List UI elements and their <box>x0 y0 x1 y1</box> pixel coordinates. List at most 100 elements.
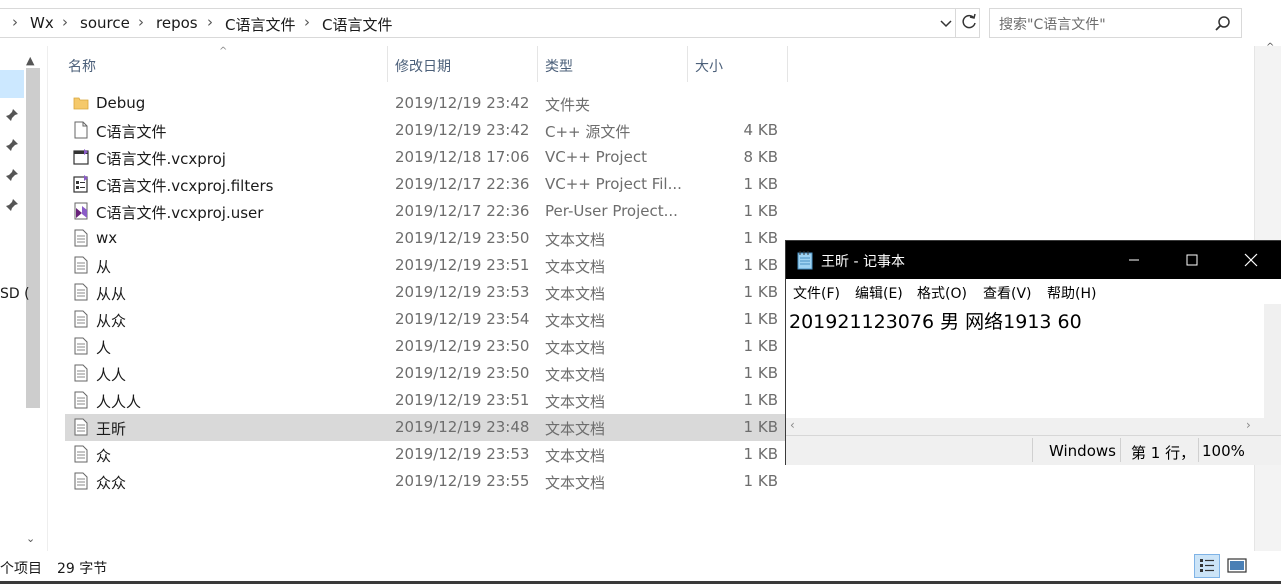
notepad-title-bar[interactable]: 王昕 - 记事本 <box>786 241 1281 279</box>
details-view-button[interactable] <box>1194 554 1220 578</box>
notepad-text-area[interactable]: 201921123076 男 网络1913 60 <box>786 304 1264 418</box>
column-header-date[interactable]: 修改日期 <box>395 56 451 76</box>
breadcrumb[interactable]: › Wx › source › repos › C语言文件 › C语言文件 <box>0 8 980 38</box>
column-divider[interactable] <box>787 46 788 82</box>
column-divider[interactable] <box>537 46 538 82</box>
file-name[interactable]: C语言文件.vcxproj.filters <box>96 175 273 196</box>
search-box[interactable]: 搜索"C语言文件" <box>989 8 1242 38</box>
search-icon[interactable] <box>1214 15 1232 33</box>
refresh-button[interactable] <box>955 8 980 38</box>
search-input[interactable]: 搜索"C语言文件" <box>999 14 1106 34</box>
nav-scrollbar-thumb[interactable] <box>26 68 40 408</box>
column-header-size[interactable]: 大小 <box>695 56 723 76</box>
scroll-up-icon[interactable]: ^ <box>1266 42 1274 53</box>
column-header-type[interactable]: 类型 <box>545 56 573 76</box>
file-type: C++ 源文件 <box>545 123 631 141</box>
file-name[interactable]: Debug <box>96 94 145 112</box>
file-row[interactable]: 从从 2019/12/19 23:53 文本文档 1 KB <box>65 279 793 306</box>
file-name[interactable]: C语言文件.vcxproj <box>96 148 226 169</box>
menu-help[interactable]: 帮助(H) <box>1047 283 1096 303</box>
minimize-button[interactable] <box>1105 241 1163 279</box>
file-row[interactable]: C语言文件 2019/12/19 23:42 C++ 源文件 4 KB <box>65 117 793 144</box>
breadcrumb-item-repos[interactable]: repos <box>156 14 198 32</box>
file-row[interactable]: 从 2019/12/19 23:51 文本文档 1 KB <box>65 252 793 279</box>
menu-view[interactable]: 查看(V) <box>983 283 1032 303</box>
file-name[interactable]: 人人 <box>96 364 126 385</box>
file-date: 2019/12/19 23:50 <box>395 229 530 247</box>
file-name[interactable]: wx <box>96 229 117 247</box>
nav-drive-label[interactable]: SD ( <box>0 286 30 302</box>
breadcrumb-separator[interactable]: › <box>62 13 68 31</box>
menu-format[interactable]: 格式(O) <box>917 283 967 303</box>
text-file-icon <box>73 256 89 274</box>
notepad-window[interactable]: 王昕 - 记事本 文件(F) 编辑(E) 格式(O) 查看(V) 帮助(H) 2… <box>785 240 1281 465</box>
file-row[interactable]: 人人人 2019/12/19 23:51 文本文档 1 KB <box>65 387 793 414</box>
file-date: 2019/12/19 23:54 <box>395 310 530 328</box>
menu-edit[interactable]: 编辑(E) <box>855 283 903 303</box>
scroll-down-icon[interactable]: ⌄ <box>26 532 35 545</box>
file-name[interactable]: 众众 <box>96 472 126 493</box>
breadcrumb-separator[interactable]: › <box>138 13 144 31</box>
file-row[interactable]: 从众 2019/12/19 23:54 文本文档 1 KB <box>65 306 793 333</box>
nav-selected-item[interactable] <box>0 70 24 98</box>
status-item-count: 个项目 <box>0 561 42 577</box>
close-button[interactable] <box>1222 241 1280 279</box>
column-header-name[interactable]: 名称 <box>68 56 96 76</box>
file-row[interactable]: 人人 2019/12/19 23:50 文本文档 1 KB <box>65 360 793 387</box>
vertical-scrollbar[interactable] <box>1264 304 1281 418</box>
menu-file[interactable]: 文件(F) <box>793 283 840 303</box>
breadcrumb-item-folder[interactable]: C语言文件 <box>225 14 295 35</box>
file-size: 1 KB <box>743 283 778 301</box>
file-name[interactable]: 从从 <box>96 283 126 304</box>
scroll-right-icon[interactable]: › <box>1246 418 1251 432</box>
file-row[interactable]: C语言文件.vcxproj 2019/12/18 17:06 VC++ Projec… <box>65 144 793 171</box>
file-name[interactable]: 人 <box>96 337 111 358</box>
status-divider <box>1120 438 1121 462</box>
file-date: 2019/12/19 23:55 <box>395 472 530 490</box>
breadcrumb-item-wx[interactable]: Wx <box>30 14 54 32</box>
file-row[interactable]: 众众 2019/12/19 23:55 文本文档 1 KB <box>65 468 793 495</box>
file-name[interactable]: C语言文件 <box>96 121 166 142</box>
pin-icon <box>6 109 18 121</box>
breadcrumb-separator[interactable]: › <box>207 13 213 31</box>
maximize-button[interactable] <box>1163 241 1221 279</box>
file-size: 1 KB <box>743 472 778 490</box>
refresh-icon <box>962 13 976 29</box>
file-name[interactable]: C语言文件.vcxproj.user <box>96 202 263 223</box>
text-file-icon <box>73 472 89 490</box>
file-row[interactable]: 王昕 2019/12/19 23:48 文本文档 1 KB <box>65 414 793 441</box>
breadcrumb-item-current[interactable]: C语言文件 <box>322 14 392 35</box>
horizontal-scrollbar[interactable]: ‹ › <box>786 418 1264 435</box>
file-row[interactable]: C语言文件.vcxproj.user 2019/12/17 22:36 Per-Us… <box>65 198 793 225</box>
large-icons-view-button[interactable] <box>1224 554 1250 578</box>
file-name[interactable]: 人人人 <box>96 391 141 412</box>
breadcrumb-separator[interactable]: › <box>12 13 18 31</box>
column-divider[interactable] <box>387 46 388 82</box>
file-name[interactable]: 从众 <box>96 310 126 331</box>
file-date: 2019/12/19 23:53 <box>395 283 530 301</box>
breadcrumb-separator[interactable]: › <box>304 13 310 31</box>
scroll-left-icon[interactable]: ‹ <box>790 418 795 432</box>
file-row[interactable]: C语言文件.vcxproj.filters 2019/12/17 22:36 VC+… <box>65 171 793 198</box>
file-type: 文件夹 <box>545 96 591 114</box>
file-date: 2019/12/19 23:51 <box>395 256 530 274</box>
notepad-menu-bar: 文件(F) 编辑(E) 格式(O) 查看(V) 帮助(H) <box>786 279 1281 304</box>
file-type: VC++ Project Fil... <box>545 175 682 193</box>
file-row[interactable]: wx 2019/12/19 23:50 文本文档 1 KB <box>65 225 793 252</box>
file-name[interactable]: 王昕 <box>96 418 126 439</box>
file-row[interactable]: 人 2019/12/19 23:50 文本文档 1 KB <box>65 333 793 360</box>
file-size: 1 KB <box>743 364 778 382</box>
file-type: 文本文档 <box>545 231 606 249</box>
file-date: 2019/12/19 23:53 <box>395 445 530 463</box>
file-size: 1 KB <box>743 229 778 247</box>
pin-icon <box>6 199 18 211</box>
file-row[interactable]: Debug 2019/12/19 23:42 文件夹 <box>65 90 793 117</box>
file-name[interactable]: 从 <box>96 256 111 277</box>
file-name[interactable]: 众 <box>96 445 111 466</box>
column-divider[interactable] <box>687 46 688 82</box>
file-row[interactable]: 众 2019/12/19 23:53 文本文档 1 KB <box>65 441 793 468</box>
scroll-up-icon[interactable]: ▲ <box>26 54 34 67</box>
breadcrumb-item-source[interactable]: source <box>80 14 130 32</box>
notepad-text[interactable]: 201921123076 男 网络1913 60 <box>789 307 1082 334</box>
chevron-down-icon[interactable] <box>936 13 956 33</box>
